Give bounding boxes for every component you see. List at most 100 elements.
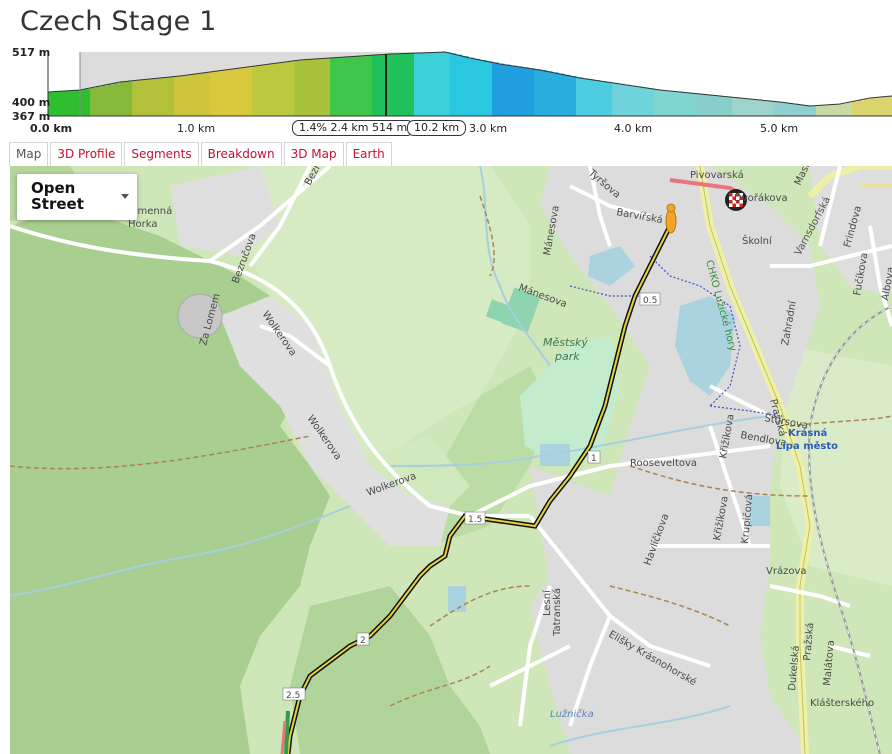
svg-text:2: 2 — [360, 636, 366, 646]
profile-strip — [570, 76, 577, 116]
profile-strip — [558, 73, 565, 116]
profile-strip — [396, 53, 403, 116]
svg-text:1: 1 — [591, 454, 597, 464]
profile-strip — [474, 58, 481, 116]
profile-strip — [810, 106, 817, 116]
profile-strip — [456, 54, 463, 116]
profile-strip — [60, 91, 67, 116]
profile-strip — [360, 56, 367, 116]
chevron-down-icon — [121, 194, 129, 199]
map-label: Dvořákova — [734, 192, 788, 204]
profile-strip — [228, 69, 235, 116]
profile-strip — [540, 70, 547, 116]
profile-strip — [294, 60, 301, 116]
profile-strip — [408, 53, 415, 116]
route-map[interactable]: 0.5 1 1.5 2 2.5 Kamenná Horka Bezručova … — [10, 166, 892, 754]
map-label-stream: Lužnička — [550, 708, 594, 720]
tab-segments[interactable]: Segments — [124, 142, 199, 166]
profile-strip — [336, 57, 343, 116]
profile-strip — [204, 72, 211, 116]
profile-strip — [852, 101, 859, 116]
tab-breakdown[interactable]: Breakdown — [200, 142, 282, 166]
profile-strip — [594, 80, 601, 116]
profile-strip — [282, 62, 289, 116]
profile-strip — [270, 64, 277, 116]
profile-strip — [438, 52, 445, 116]
profile-strip — [744, 98, 751, 116]
tab-3d-map[interactable]: 3D Map — [283, 142, 344, 166]
profile-strip — [726, 96, 733, 116]
profile-strip — [690, 93, 697, 116]
profile-strip — [618, 83, 625, 116]
profile-strip — [888, 96, 892, 116]
profile-strip — [156, 78, 163, 116]
profile-strip — [666, 90, 673, 116]
profile-strip — [750, 99, 757, 116]
profile-strip — [714, 95, 721, 116]
profile-strip — [384, 54, 391, 116]
profile-strip — [108, 84, 115, 116]
tab-3d-profile[interactable]: 3D Profile — [50, 142, 123, 166]
profile-strip — [876, 97, 883, 116]
profile-strip — [372, 55, 379, 116]
profile-strip — [390, 54, 397, 116]
profile-strip — [180, 76, 187, 116]
profile-strip — [642, 87, 649, 116]
svg-text:0.5: 0.5 — [643, 296, 657, 306]
km-marker-1: 1 — [587, 450, 601, 464]
map-label-park: Městský — [543, 336, 588, 349]
profile-strip — [516, 66, 523, 116]
profile-strip — [720, 96, 727, 116]
elevation-mid-label: 400 m — [12, 96, 51, 109]
profile-strip — [648, 88, 655, 116]
profile-strip — [612, 82, 619, 116]
profile-strip — [306, 59, 313, 116]
profile-strip — [828, 104, 835, 116]
profile-strip — [78, 90, 85, 116]
map-label-town: Krásná — [788, 427, 827, 439]
profile-strip — [480, 60, 487, 116]
profile-strip — [624, 84, 631, 116]
profile-strip — [786, 102, 793, 116]
profile-strip — [588, 79, 595, 116]
map-type-selector[interactable]: Open Street — [17, 174, 137, 220]
km-marker-0-5: 0.5 — [639, 292, 661, 306]
view-tabs: Map 3D Profile Segments Breakdown 3D Map… — [9, 142, 394, 166]
profile-strip — [54, 91, 61, 116]
profile-strip — [600, 81, 607, 116]
profile-strip — [354, 56, 361, 116]
profile-strip — [114, 83, 121, 116]
position-marker-icon[interactable] — [665, 203, 677, 234]
map-label: Tatranská — [551, 588, 563, 637]
map-label-town: Lípa město — [776, 440, 838, 452]
svg-text:2.5: 2.5 — [286, 691, 300, 701]
tab-earth[interactable]: Earth — [345, 142, 392, 166]
profile-strip — [756, 99, 763, 116]
profile-strip — [654, 89, 661, 116]
map-type-label: Open Street — [31, 179, 84, 213]
profile-strip — [150, 79, 157, 116]
distance-tick-1: 1.0 km — [176, 122, 216, 135]
tab-map[interactable]: Map — [9, 142, 49, 166]
profile-strip — [522, 67, 529, 116]
profile-strip — [84, 89, 91, 116]
profile-strip — [312, 59, 319, 116]
profile-strip — [882, 96, 889, 116]
profile-strip — [90, 88, 97, 116]
profile-strip — [486, 61, 493, 116]
profile-strip — [444, 52, 451, 116]
profile-strip — [264, 64, 271, 116]
profile-strip — [162, 77, 169, 116]
profile-strip — [234, 68, 241, 116]
profile-strip — [528, 68, 535, 116]
elevation-profile-chart[interactable] — [0, 44, 892, 120]
elevation-profile[interactable]: 517 m 400 m 367 m 0.0 km 1.0 km 1.4% 2.4… — [0, 44, 892, 140]
profile-strip — [492, 62, 499, 116]
profile-strip — [210, 72, 217, 116]
map-label: Horka — [128, 219, 158, 230]
profile-strip — [696, 93, 703, 116]
profile-strip — [132, 80, 139, 116]
profile-strip — [72, 90, 79, 116]
profile-strip — [366, 55, 373, 116]
map-canvas[interactable]: 0.5 1 1.5 2 2.5 Kamenná Horka Bezručova … — [10, 166, 892, 754]
